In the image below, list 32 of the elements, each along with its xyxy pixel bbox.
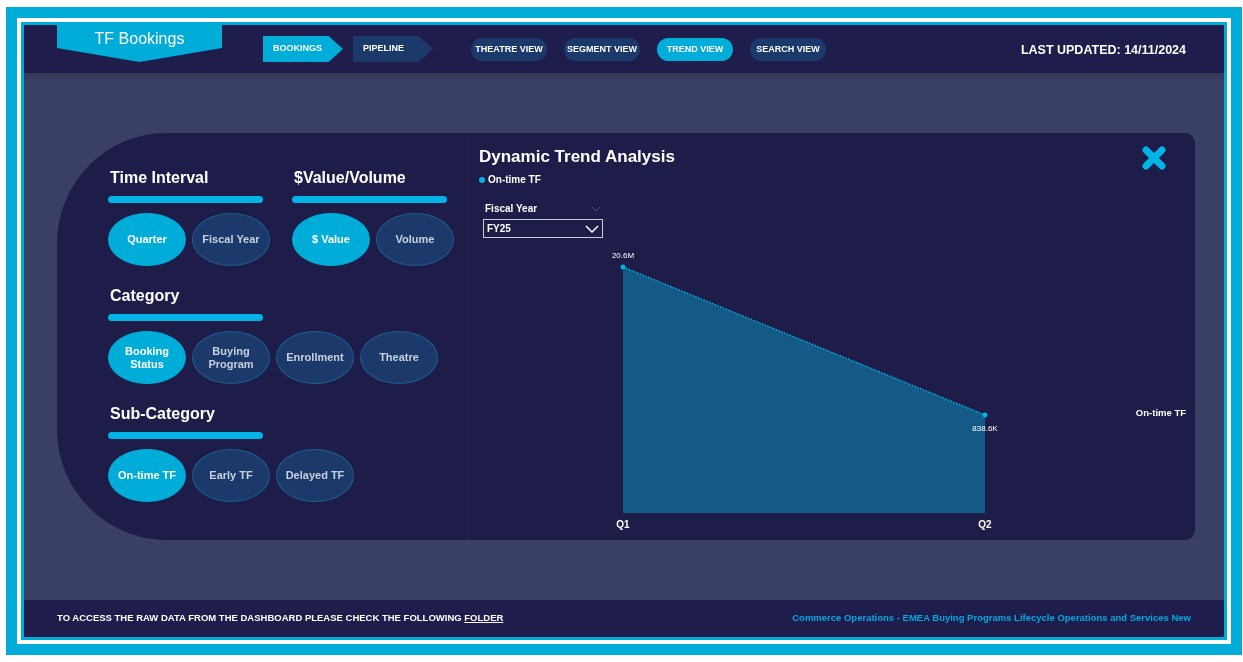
folder-link[interactable]: FOLDER — [464, 612, 504, 624]
legend-label: On-time TF — [488, 173, 541, 187]
slicer-title: Category — [109, 286, 181, 306]
nav-tab[interactable]: PIPELINE — [353, 36, 433, 62]
slicer-option[interactable]: Volume — [376, 213, 454, 266]
slicer-option[interactable]: Buying Program — [192, 331, 270, 384]
data-label: 20.6M — [611, 251, 635, 260]
axis-label: Q1 — [616, 519, 630, 530]
series-label: On-time TF — [1135, 407, 1186, 418]
view-tab[interactable]: SEGMENT VIEW — [564, 38, 640, 61]
footer-credit: Commerce Operations - EMEA Buying Programs Lifecycle Operations and Services New — [792, 611, 1191, 626]
last-updated-label: LAST UPDATED: 14/11/2024 — [1020, 42, 1186, 59]
chart-title: Dynamic Trend Analysis — [479, 146, 675, 168]
app-title-banner: TF Bookings — [57, 25, 222, 62]
slicer-option[interactable]: Enrollment — [276, 331, 354, 384]
fiscal-year-dropdown[interactable]: FY25 — [483, 219, 603, 238]
view-tab[interactable]: THEATRE VIEW — [471, 38, 547, 61]
slicer-option[interactable]: Theatre — [360, 331, 438, 384]
slicer-title: Time Interval — [109, 168, 210, 188]
data-label: 838.6K — [972, 424, 998, 433]
footer-notice: TO ACCESS THE RAW DATA FROM THE DASHBOARD PLEASE CHECK THE FOLLOWING FOLDER — [57, 611, 504, 626]
slicer-title: Sub-Category — [109, 404, 216, 424]
axis-label: Q2 — [978, 519, 992, 530]
slicer-title: $Value/Volume — [293, 168, 407, 188]
slicer-option[interactable]: Delayed TF — [276, 449, 354, 502]
data-point — [620, 264, 626, 270]
slicer-option[interactable]: Early TF — [192, 449, 270, 502]
data-point — [982, 412, 988, 418]
view-tab[interactable]: SEARCH VIEW — [750, 38, 826, 61]
close-icon[interactable] — [1141, 145, 1167, 171]
slicer-option[interactable]: Fiscal Year — [192, 213, 270, 266]
filter-label: Fiscal Year — [484, 202, 538, 216]
